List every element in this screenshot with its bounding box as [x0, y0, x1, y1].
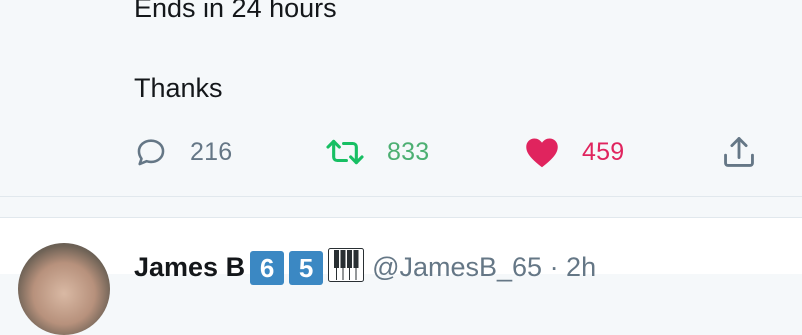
retweet-button[interactable]: 833 [325, 130, 429, 174]
emoji-keycap-five: 5 [289, 250, 324, 285]
heart-filled-icon [524, 135, 560, 169]
next-tweet-card[interactable]: James B 6 5 @JamesB_65 · 2h [0, 218, 802, 335]
share-upload-icon [720, 133, 758, 171]
display-name[interactable]: James B [134, 252, 245, 283]
retweet-arrows-icon [325, 135, 365, 169]
tweet-card: Ends in 24 hours Thanks 216 833 459 [0, 0, 802, 197]
tweet-header: James B 6 5 @JamesB_65 · 2h [134, 248, 596, 287]
comment-bubble-icon [134, 135, 168, 169]
like-count: 459 [582, 137, 625, 166]
tweet-action-bar: 216 833 459 [0, 130, 802, 174]
avatar[interactable] [18, 243, 110, 335]
tweet-text-line-thanks: Thanks [134, 73, 223, 103]
tweet-text-line-ends: Ends in 24 hours [134, 0, 337, 23]
timeline-divider [0, 197, 802, 218]
emoji-keycap-six: 6 [250, 250, 285, 285]
retweet-count: 833 [387, 137, 430, 166]
like-button[interactable]: 459 [524, 130, 624, 174]
share-button[interactable] [720, 130, 758, 174]
reply-button[interactable]: 216 [134, 130, 232, 174]
piano-keys-icon [328, 248, 365, 287]
handle-and-timestamp[interactable]: @JamesB_65 · 2h [372, 252, 596, 283]
reply-count: 216 [190, 137, 233, 166]
